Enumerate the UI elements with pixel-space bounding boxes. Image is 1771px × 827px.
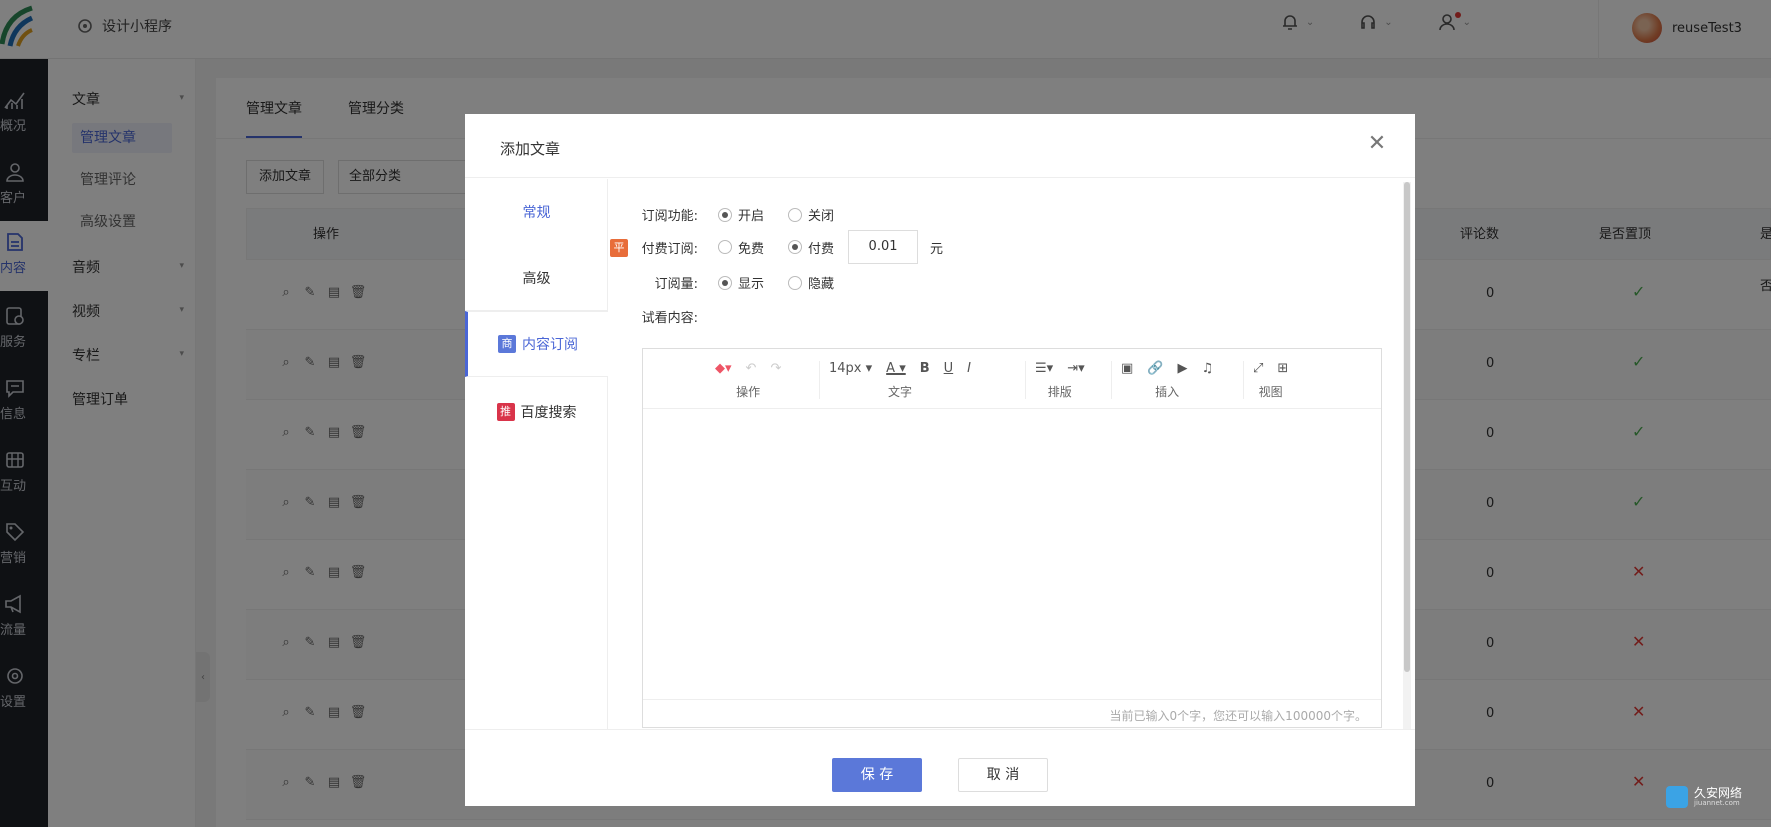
price-unit: 元 bbox=[930, 241, 944, 257]
undo-icon[interactable]: ↶ bbox=[746, 361, 757, 376]
dialog-scrollbar[interactable] bbox=[1403, 182, 1411, 730]
audio-icon[interactable]: ♫ bbox=[1201, 361, 1213, 376]
toolbar-group-insert: ▣ 🔗 ▶ ♫ 插入 bbox=[1121, 360, 1214, 400]
save-button[interactable]: 保 存 bbox=[832, 758, 922, 792]
count-label: 订阅量: bbox=[654, 277, 698, 292]
char-counter: 当前已输入0个字，您还可以输入100000个字。 bbox=[1109, 709, 1367, 723]
toolbar-group-layout: ☰▾ ⇥▾ 排版 bbox=[1035, 360, 1085, 400]
dialog-title: 添加文章 bbox=[500, 140, 561, 158]
dialog-body: 订阅功能: 开启 关闭 平 付费订阅: 免费 付费 0.01 元 订阅量: 显示… bbox=[608, 179, 1403, 729]
rich-text-editor: ◆▾ ↶ ↷ 操作 14px ▾ A ▾ B U I 文字 ☰▾ ⇥▾ 排版 ▣… bbox=[642, 348, 1382, 728]
watermark-logo-icon bbox=[1666, 786, 1688, 808]
editor-toolbar: ◆▾ ↶ ↷ 操作 14px ▾ A ▾ B U I 文字 ☰▾ ⇥▾ 排版 ▣… bbox=[643, 349, 1381, 409]
dialog-header: 添加文章 ✕ bbox=[465, 114, 1415, 178]
side-tab-content-subscription[interactable]: 商 内容订阅 bbox=[465, 311, 608, 377]
toolbar-group-text: 14px ▾ A ▾ B U I 文字 bbox=[829, 360, 972, 400]
fullscreen-icon[interactable]: ⤢ bbox=[1253, 361, 1263, 376]
toolbar-group-actions: ◆▾ ↶ ↷ 操作 bbox=[715, 360, 782, 400]
cancel-button[interactable]: 取 消 bbox=[958, 758, 1048, 792]
dialog-side-tabs: 常规 高级 商 内容订阅 推 百度搜索 bbox=[465, 179, 608, 729]
link-icon[interactable]: 🔗 bbox=[1147, 361, 1163, 376]
subscribe-row: 订阅功能: 开启 关闭 bbox=[608, 205, 844, 224]
close-icon[interactable]: ✕ bbox=[1365, 132, 1389, 156]
side-tab-general[interactable]: 常规 bbox=[465, 179, 608, 245]
preview-label: 试看内容: bbox=[641, 311, 698, 326]
promo-badge: 推 bbox=[496, 403, 515, 421]
preview-row: 试看内容: bbox=[608, 307, 704, 326]
side-tab-baidu-search[interactable]: 推 百度搜索 bbox=[465, 379, 608, 445]
subscribe-label: 订阅功能: bbox=[641, 209, 698, 224]
font-color-icon[interactable]: A ▾ bbox=[886, 361, 906, 376]
price-input[interactable]: 0.01 bbox=[848, 230, 919, 264]
dialog-footer: 保 存 取 消 bbox=[465, 729, 1415, 806]
count-row: 订阅量: 显示 隐藏 bbox=[608, 273, 844, 292]
side-tab-advanced[interactable]: 高级 bbox=[465, 245, 608, 311]
subscribe-on-radio[interactable]: 开启 bbox=[718, 205, 764, 224]
paid-paid-radio[interactable]: 付费 bbox=[788, 238, 834, 257]
bold-icon[interactable]: B bbox=[920, 361, 930, 376]
shop-badge: 商 bbox=[498, 335, 516, 353]
image-icon[interactable]: ▣ bbox=[1121, 361, 1133, 376]
paid-row: 付费订阅: 免费 付费 0.01 元 bbox=[608, 230, 943, 264]
indent-icon[interactable]: ⇥▾ bbox=[1067, 361, 1084, 376]
video-icon[interactable]: ▶ bbox=[1177, 361, 1187, 376]
italic-icon[interactable]: I bbox=[967, 361, 971, 376]
count-show-radio[interactable]: 显示 bbox=[718, 273, 764, 292]
paid-label: 付费订阅: bbox=[641, 241, 698, 257]
add-article-dialog: 添加文章 ✕ 常规 高级 商 内容订阅 推 百度搜索 订阅功能: 开启 关闭 平… bbox=[465, 114, 1415, 806]
font-size-select[interactable]: 14px ▾ bbox=[829, 361, 872, 376]
toolbar-group-view: ⤢ ⊞ 视图 bbox=[1253, 360, 1289, 400]
preview-icon[interactable]: ⊞ bbox=[1277, 361, 1288, 376]
underline-icon[interactable]: U bbox=[944, 361, 954, 376]
subscribe-off-radio[interactable]: 关闭 bbox=[788, 205, 834, 224]
redo-icon[interactable]: ↷ bbox=[770, 361, 781, 376]
watermark: 久安网络 jiuannet.com bbox=[1666, 786, 1742, 808]
paid-free-radio[interactable]: 免费 bbox=[718, 238, 764, 257]
count-hide-radio[interactable]: 隐藏 bbox=[788, 273, 834, 292]
eraser-icon[interactable]: ◆▾ bbox=[715, 361, 732, 376]
align-icon[interactable]: ☰▾ bbox=[1035, 361, 1053, 376]
